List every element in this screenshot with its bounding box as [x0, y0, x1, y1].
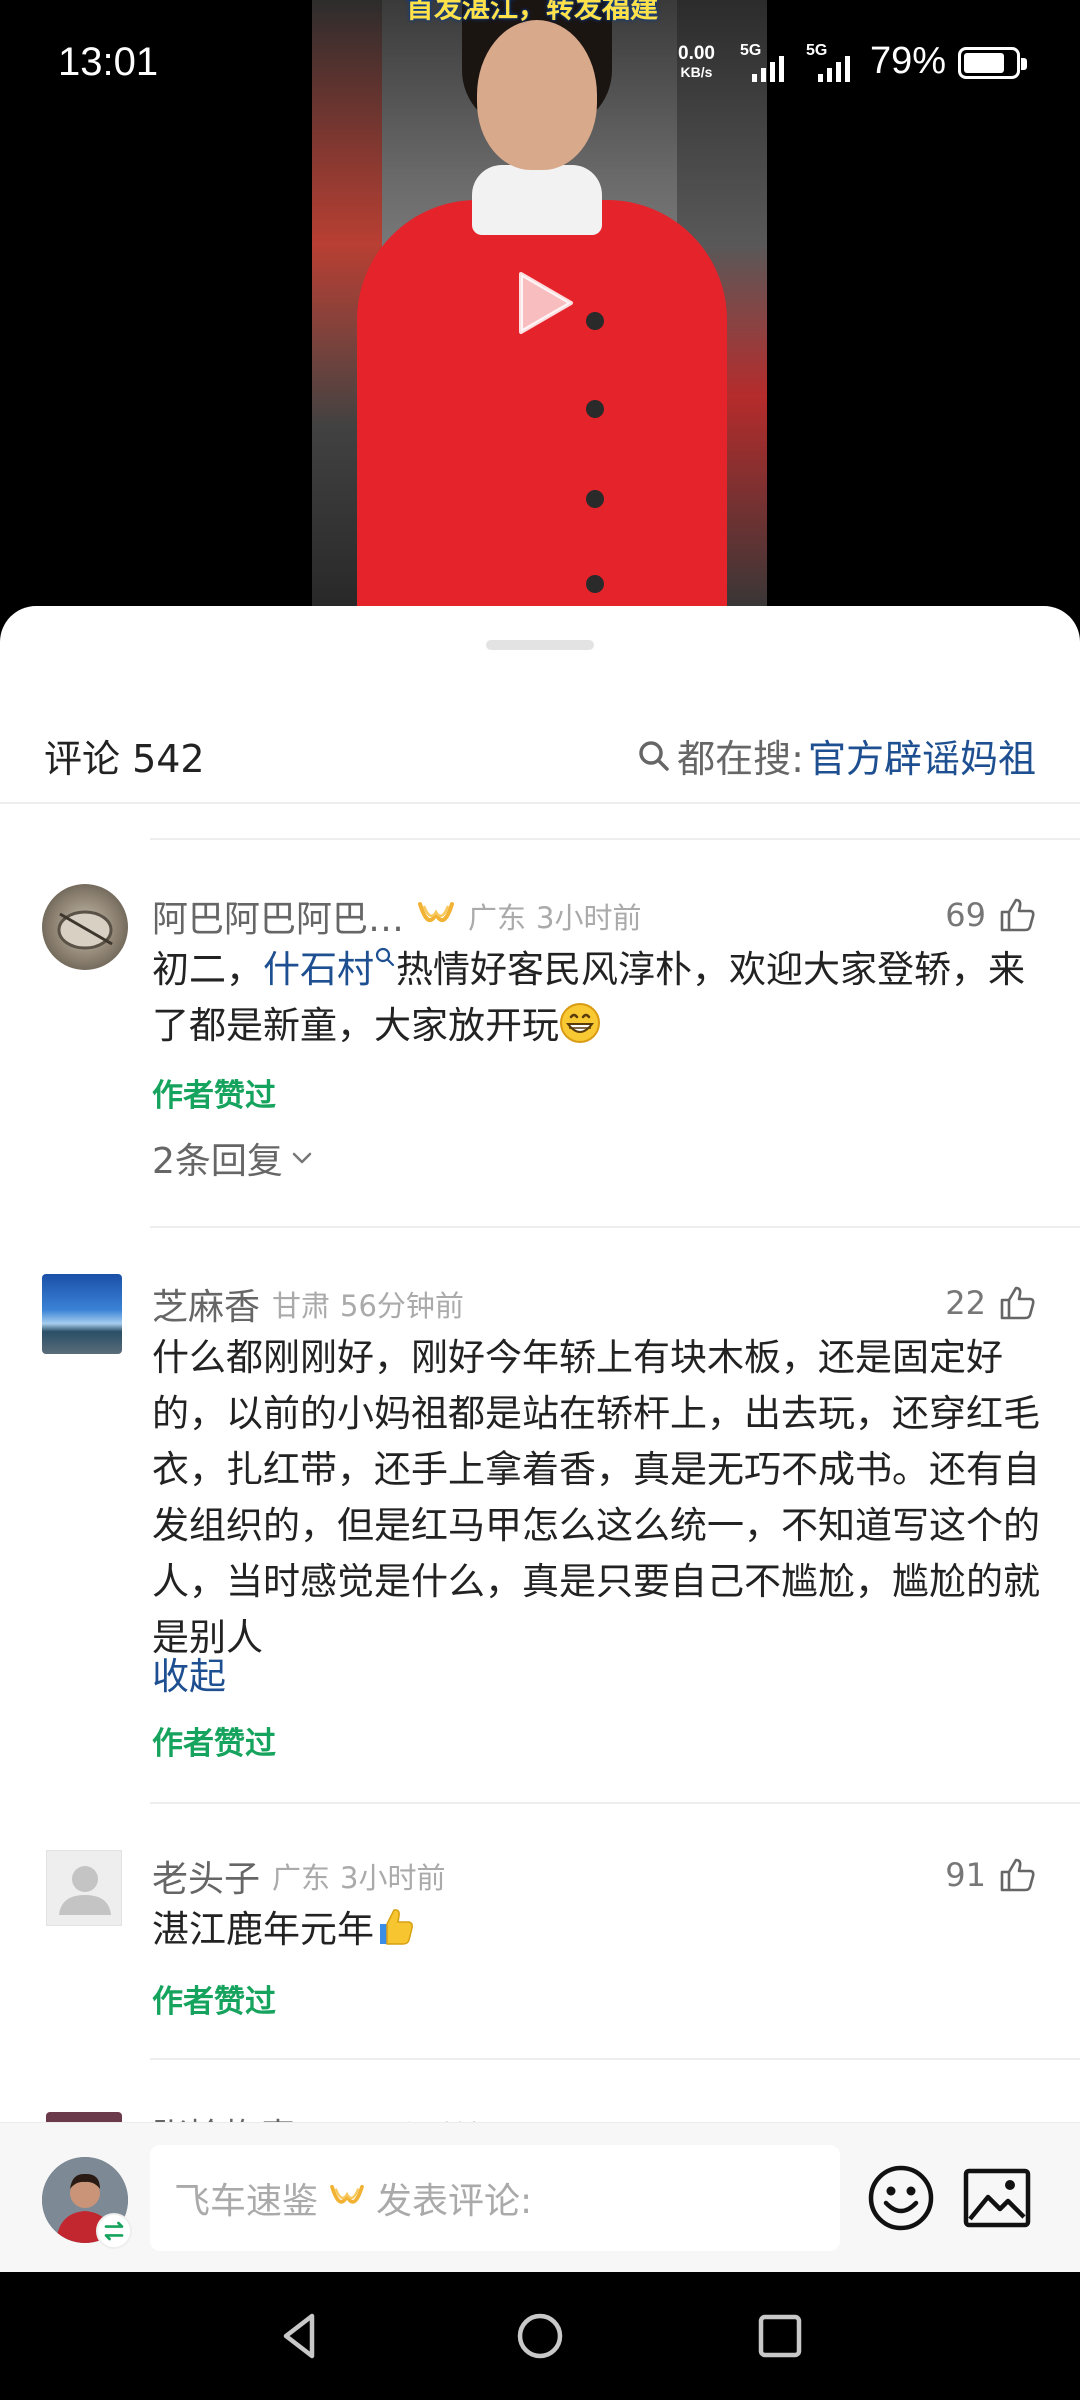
system-navigation-bar [0, 2272, 1080, 2400]
comment-text: 湛江鹿年元年 [152, 1902, 1042, 1958]
comment-region: 广东 [272, 1861, 331, 1895]
avatar[interactable] [46, 1850, 122, 1926]
video-sweater-button [586, 312, 604, 330]
vip-badge-icon [418, 902, 455, 923]
like-count: 69 [945, 896, 986, 934]
battery-fill [964, 53, 1004, 73]
battery-icon [958, 47, 1027, 79]
comment-topic-link[interactable]: 什石村 [263, 948, 374, 991]
image-picker-icon[interactable] [962, 2167, 1032, 2229]
grin-emoji-icon [560, 1003, 600, 1043]
thumbs-up-icon[interactable] [998, 1856, 1036, 1894]
comment-divider [150, 1226, 1080, 1228]
avatar[interactable] [42, 884, 128, 970]
search-icon [639, 740, 669, 771]
like-count: 22 [945, 1284, 986, 1322]
thumbs-up-emoji-icon [380, 1909, 413, 1945]
comment-divider [150, 1802, 1080, 1804]
comments-sheet: 评论 542 都在搜: 官方辟谣妈祖 阿巴阿巴阿巴… 广东 3小时前 69 初二… [0, 606, 1080, 2276]
comment-divider [150, 2058, 1080, 2060]
topic-search-icon [375, 947, 395, 967]
chevron-down-icon [292, 1152, 312, 1164]
comment-header: 阿巴阿巴阿巴… 广东 3小时前 [152, 892, 641, 940]
play-icon[interactable] [515, 270, 575, 336]
battery-nub [1021, 58, 1027, 70]
comment-input[interactable]: 飞车速鉴 发表评论: [150, 2145, 840, 2251]
video-person-sweater [357, 200, 727, 610]
comment-region: 甘肃 [272, 1289, 331, 1323]
comment-time: 3小时前 [340, 1861, 446, 1895]
header-divider [0, 802, 1080, 804]
comment-header: 芝麻香 甘肃 56分钟前 [152, 1280, 464, 1328]
like-button[interactable]: 22 [945, 1284, 1036, 1322]
vip-badge-icon [330, 2184, 364, 2204]
comment-divider [150, 838, 1080, 840]
home-icon[interactable] [512, 2308, 568, 2364]
replies-count: 2条回复 [152, 1141, 283, 1182]
avatar[interactable] [42, 1274, 122, 1354]
network-speed-value: 0.00 [678, 43, 715, 64]
author-liked-label: 作者赞过 [152, 1726, 276, 1762]
view-replies-button[interactable]: 2条回复 [152, 1132, 315, 1184]
network-speed-unit: KB/s [680, 64, 713, 80]
video-person-collar [472, 165, 602, 235]
comments-count-title: 评论 542 [44, 737, 205, 781]
recent-apps-icon[interactable] [752, 2308, 808, 2364]
comment-region: 广东 [468, 901, 527, 935]
signal-bars-icon [752, 56, 784, 82]
like-button[interactable]: 69 [945, 896, 1036, 934]
like-count: 91 [945, 1856, 986, 1894]
video-sweater-button [586, 490, 604, 508]
input-placeholder: 发表评论: [376, 2181, 533, 2222]
signal-bars-icon [818, 56, 850, 82]
trending-search-prefix: 都在搜: [677, 737, 804, 781]
avatar-image [57, 910, 113, 950]
signal-indicator-2: 5G [806, 42, 850, 82]
switch-account-badge[interactable] [96, 2213, 132, 2249]
input-username: 飞车速鉴 [174, 2181, 319, 2222]
comment-text: 初二，什石村 热情好客民风淳朴，欢迎大家登轿，来了都是新童，大家放开玩 [152, 942, 1042, 1054]
comment-text: 什么都刚刚好，刚好今年轿上有块木板，还是固定好的，以前的小妈祖都是站在轿杆上，出… [152, 1336, 1040, 1659]
comment-text-part: 湛江鹿年元年 [152, 1908, 374, 1951]
status-time: 13:01 [58, 40, 159, 84]
comment-input-bar: 飞车速鉴 发表评论: [0, 2122, 1080, 2272]
comments-header: 评论 542 都在搜: 官方辟谣妈祖 [0, 716, 1080, 796]
emoji-picker-icon[interactable] [866, 2163, 936, 2233]
comment-author-name[interactable]: 老头子 [152, 1850, 260, 1902]
collapse-button[interactable]: 收起 [152, 1646, 226, 1700]
comment-header: 老头子 广东 3小时前 [152, 1852, 445, 1900]
network-speed: 0.00 KB/s [678, 44, 715, 82]
default-avatar-icon [59, 1866, 111, 1915]
thumbs-up-icon[interactable] [998, 1284, 1036, 1322]
status-bar: 13:01 0.00 KB/s 5G 5G 79% [0, 0, 1080, 130]
back-icon[interactable] [272, 2308, 328, 2364]
trending-search-term[interactable]: 官方辟谣妈祖 [808, 728, 1036, 783]
author-liked-label: 作者赞过 [152, 1984, 276, 2020]
swap-icon [104, 2221, 124, 2241]
comment-time: 3小时前 [536, 901, 642, 935]
video-sweater-button [586, 400, 604, 418]
battery-percent: 79% [870, 40, 947, 82]
comment-author-name[interactable]: 芝麻香 [152, 1278, 260, 1330]
like-button[interactable]: 91 [945, 1856, 1036, 1894]
signal-indicator-1: 5G [740, 42, 784, 82]
drag-handle[interactable] [486, 640, 594, 650]
thumbs-up-icon[interactable] [998, 896, 1036, 934]
comment-text-part: 初二， [152, 948, 263, 991]
video-sweater-button [586, 575, 604, 593]
trending-search-link[interactable]: 都在搜: 官方辟谣妈祖 [637, 728, 1036, 783]
author-liked-label: 作者赞过 [152, 1078, 276, 1114]
comment-time: 56分钟前 [340, 1289, 464, 1323]
comment-author-name[interactable]: 阿巴阿巴阿巴… [152, 890, 404, 942]
